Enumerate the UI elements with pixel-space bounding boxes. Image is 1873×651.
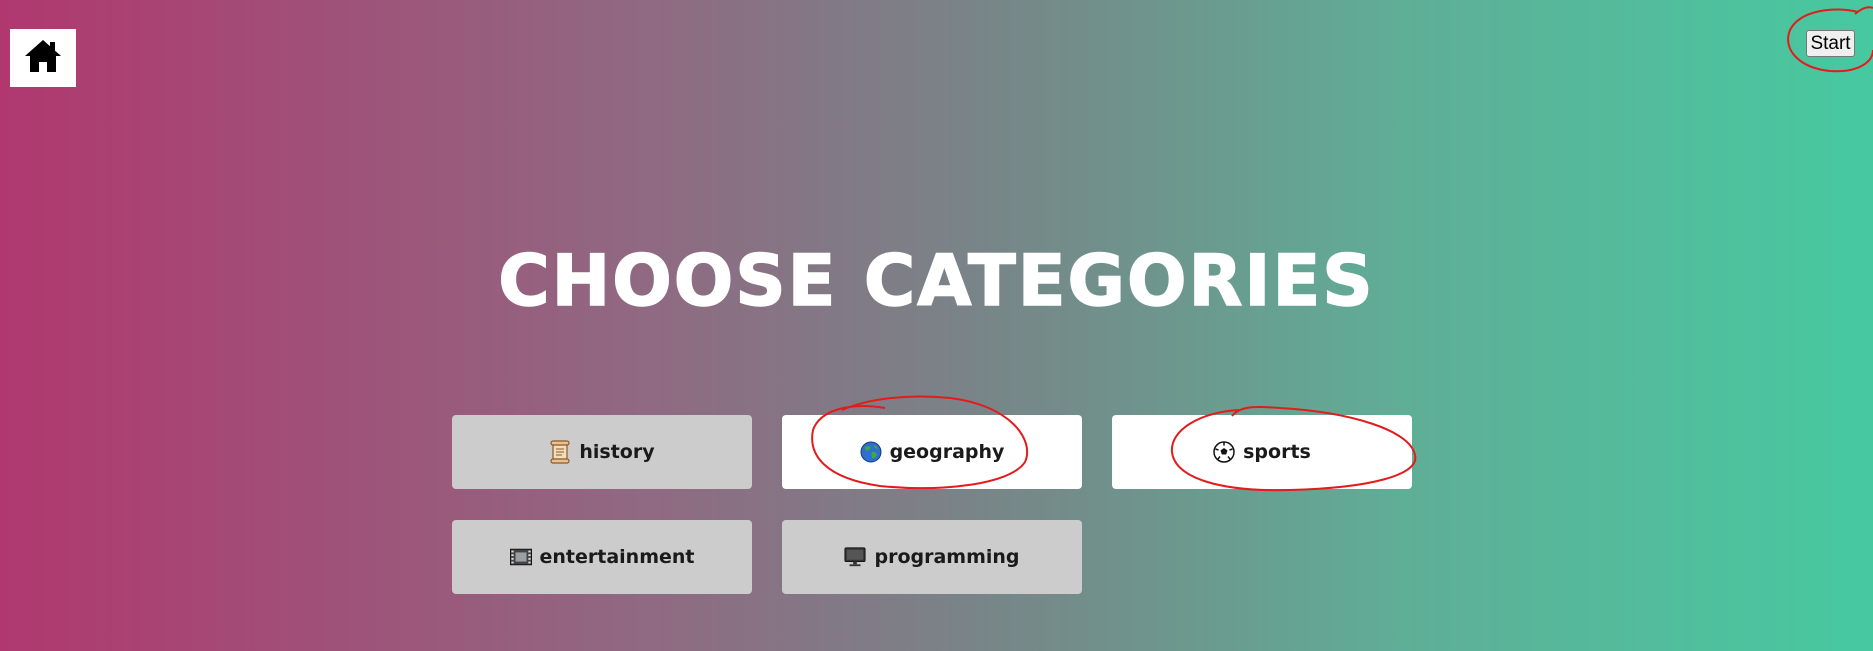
category-programming-button[interactable]: programming [782, 520, 1082, 594]
computer-monitor-icon [844, 546, 867, 568]
scroll-icon [549, 440, 571, 464]
category-label: programming [874, 546, 1020, 568]
category-sports-button[interactable]: sports [1112, 415, 1412, 489]
home-button[interactable] [10, 29, 76, 87]
film-strip-icon [509, 546, 532, 568]
category-geography-button[interactable]: geography [782, 415, 1082, 489]
home-icon [24, 38, 62, 78]
category-label: sports [1243, 441, 1311, 463]
page-title: CHOOSE CATEGORIES [498, 239, 1375, 323]
start-button[interactable]: Start [1806, 30, 1855, 57]
category-entertainment-button[interactable]: entertainment [452, 520, 752, 594]
soccer-ball-icon [1213, 441, 1235, 463]
category-label: geography [889, 441, 1005, 463]
globe-icon [860, 441, 882, 463]
category-label: history [579, 441, 655, 463]
category-history-button[interactable]: history [452, 415, 752, 489]
category-label: entertainment [539, 546, 695, 568]
start-annotation-tail [1854, 6, 1873, 15]
